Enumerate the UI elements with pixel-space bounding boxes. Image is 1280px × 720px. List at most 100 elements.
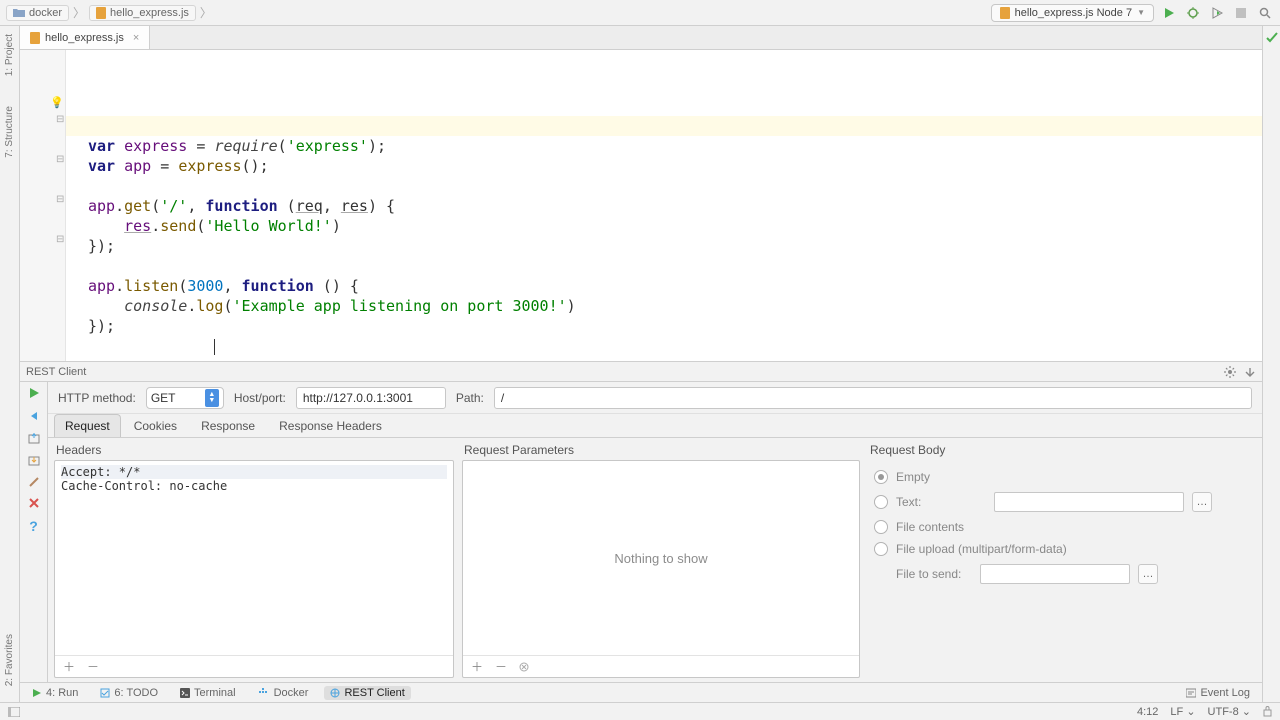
hide-panel-icon[interactable] [1244, 366, 1256, 378]
tab-run[interactable]: 4: Run [26, 686, 84, 700]
body-text-input[interactable] [994, 492, 1184, 512]
breadcrumb-sep-icon: 〉 [198, 4, 214, 21]
sidebar-tab-project[interactable]: 1: Project [4, 34, 15, 76]
top-bar: docker 〉 hello_express.js 〉 hello_expres… [0, 0, 1280, 26]
host-input[interactable] [296, 387, 446, 409]
close-tab-icon[interactable]: × [129, 32, 139, 44]
remove-param-icon[interactable]: － [495, 658, 507, 675]
params-box: Nothing to show ＋ － [462, 460, 860, 678]
tab-label: Response Headers [279, 419, 382, 433]
breadcrumb-sep-icon: 〉 [71, 4, 87, 21]
body-text-expand-button[interactable]: … [1192, 492, 1212, 512]
intention-bulb-icon[interactable]: 💡 [50, 96, 64, 109]
add-param-icon[interactable]: ＋ [471, 658, 483, 675]
body-filecontents-radio[interactable] [874, 520, 888, 534]
breadcrumb-folder[interactable]: docker [6, 5, 69, 21]
clear-params-icon[interactable] [519, 662, 529, 672]
tab-terminal[interactable]: Terminal [174, 686, 242, 700]
fold-icon[interactable]: ⊟ [56, 194, 64, 205]
sidebar-tab-structure[interactable]: 7: Structure [4, 106, 15, 158]
rest-side-toolbar: ? [20, 382, 48, 682]
run-button[interactable] [1160, 4, 1178, 22]
chevron-down-icon: ▼ [1137, 8, 1145, 17]
body-fileupload-label: File upload (multipart/form-data) [896, 542, 1067, 556]
add-header-icon[interactable]: ＋ [63, 658, 75, 675]
file-browse-button[interactable]: … [1138, 564, 1158, 584]
run-config-dropdown[interactable]: hello_express.js Node 7 ▼ [991, 4, 1154, 22]
http-method-label: HTTP method: [58, 391, 136, 405]
fold-icon[interactable]: ⊟ [56, 234, 64, 245]
kw: function [205, 197, 277, 215]
body-empty-radio[interactable] [874, 470, 888, 484]
text-cursor [214, 339, 215, 355]
str: 'express' [287, 137, 368, 155]
caret-position[interactable]: 4:12 [1137, 706, 1158, 718]
remove-icon[interactable] [29, 498, 39, 508]
stop-button[interactable] [1232, 4, 1250, 22]
editor-gutter[interactable]: ⊟ ⊟ ⊟ ⊟ 💡 [20, 50, 66, 361]
export-request-icon[interactable] [28, 432, 40, 444]
id: app [88, 197, 115, 215]
tab-event-log[interactable]: Event Log [1180, 686, 1256, 700]
docker-icon [258, 688, 270, 698]
bottom-tool-tabs: 4: Run 6: TODO Terminal Docker REST Clie… [20, 682, 1262, 702]
header-row[interactable]: Cache-Control: no-cache [61, 479, 447, 493]
path-input[interactable] [494, 387, 1252, 409]
file-to-send-input[interactable] [980, 564, 1130, 584]
configure-icon[interactable] [28, 476, 40, 488]
param: res [341, 197, 368, 215]
tab-rest-client[interactable]: REST Client [324, 686, 410, 700]
http-method-select[interactable]: GET ▲▼ [146, 387, 224, 409]
headers-footer: ＋ － [55, 655, 453, 677]
right-tool-strip [1262, 26, 1280, 702]
fn: get [124, 197, 151, 215]
editor-tab-hello-express[interactable]: hello_express.js × [20, 26, 150, 49]
import-request-icon[interactable] [28, 454, 40, 466]
http-method-value: GET [151, 391, 201, 405]
coverage-button[interactable] [1208, 4, 1226, 22]
body-fileupload-radio[interactable] [874, 542, 888, 556]
tab-response[interactable]: Response [190, 414, 266, 437]
encoding[interactable]: UTF-8 ⌄ [1208, 705, 1251, 718]
event-log-icon [1186, 688, 1196, 698]
lock-icon[interactable] [1263, 706, 1272, 717]
params-empty-label: Nothing to show [463, 461, 859, 655]
fold-icon[interactable]: ⊟ [56, 154, 64, 165]
line-separator[interactable]: LF ⌄ [1170, 705, 1195, 718]
code-area[interactable]: var express = require('express'); var ap… [66, 50, 1262, 361]
host-label: Host/port: [234, 391, 286, 405]
status-bar: 4:12 LF ⌄ UTF-8 ⌄ [0, 702, 1280, 720]
headers-box: Accept: */* Cache-Control: no-cache ＋ － [54, 460, 454, 678]
id: app [88, 277, 115, 295]
tab-cookies[interactable]: Cookies [123, 414, 188, 437]
tab-label: Cookies [134, 419, 177, 433]
breadcrumb-file-label: hello_express.js [110, 7, 189, 19]
toggle-tool-windows-icon[interactable] [8, 707, 20, 717]
tab-label: Event Log [1200, 687, 1250, 699]
tab-label: Docker [274, 687, 309, 699]
help-icon[interactable]: ? [29, 518, 38, 534]
body-text-radio[interactable] [874, 495, 888, 509]
history-back-icon[interactable] [28, 410, 40, 422]
breadcrumb-file[interactable]: hello_express.js [89, 5, 196, 21]
kw: function [242, 277, 314, 295]
tab-label: REST Client [344, 687, 404, 699]
folder-icon [13, 8, 25, 18]
header-row[interactable]: Accept: */* [61, 465, 447, 479]
headers-list[interactable]: Accept: */* Cache-Control: no-cache [55, 461, 453, 655]
analysis-status-icon[interactable] [1266, 32, 1278, 44]
fold-icon[interactable]: ⊟ [56, 114, 64, 125]
line-sep-value: LF [1170, 706, 1183, 718]
body-text-label: Text: [896, 495, 986, 509]
id: res [124, 217, 151, 235]
terminal-icon [180, 688, 190, 698]
send-request-icon[interactable] [27, 386, 41, 400]
tab-response-headers[interactable]: Response Headers [268, 414, 393, 437]
tab-todo[interactable]: 6: TODO [94, 686, 164, 700]
debug-button[interactable] [1184, 4, 1202, 22]
remove-header-icon[interactable]: － [87, 658, 99, 675]
search-everywhere-button[interactable] [1256, 4, 1274, 22]
tab-docker[interactable]: Docker [252, 686, 315, 700]
tab-request[interactable]: Request [54, 414, 121, 437]
sidebar-tab-favorites[interactable]: 2: Favorites [4, 634, 15, 686]
